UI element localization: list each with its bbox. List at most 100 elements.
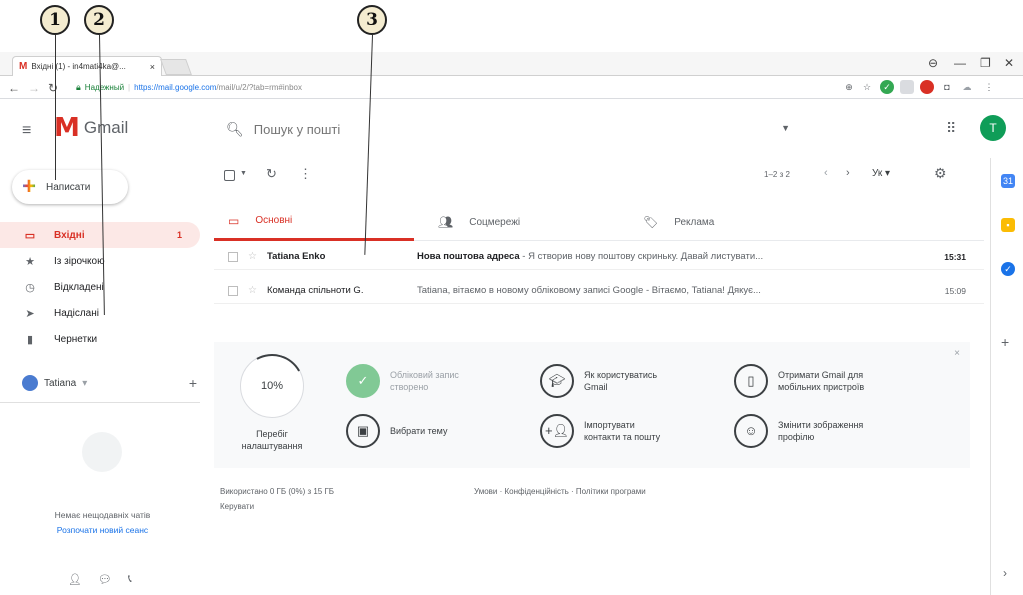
setup-item-line1: Як користуватись xyxy=(584,370,658,380)
extension-green-icon[interactable]: ✓ xyxy=(880,80,894,94)
expand-panel-icon[interactable]: › xyxy=(1003,566,1007,580)
email-row[interactable]: ☆ Команда спільноти G. Tatiana, вітаємо … xyxy=(214,278,984,304)
callout-2: 2 xyxy=(84,5,114,35)
search-options-icon[interactable]: ▼ xyxy=(781,123,790,133)
gmail-favicon-icon: M xyxy=(19,61,28,72)
close-icon[interactable]: × xyxy=(954,348,960,359)
sidebar-item-label: Чернетки xyxy=(54,333,98,345)
chevron-right-icon[interactable]: › xyxy=(846,167,850,179)
add-addon-icon[interactable]: + xyxy=(1001,334,1009,350)
add-chat-icon[interactable]: + xyxy=(189,375,197,391)
account-avatar[interactable]: T xyxy=(980,115,1006,141)
extension-cloud-icon[interactable]: ☁ xyxy=(960,80,974,94)
tab-social[interactable]: 👥︎ Соцмережі xyxy=(424,203,624,241)
reload-icon[interactable]: ↻ xyxy=(48,81,58,95)
phone-call-icon[interactable]: 📞︎ xyxy=(128,573,132,586)
browser-tab[interactable]: M Вхідні (1) - in4mati4ka@... × xyxy=(12,56,162,76)
setup-item-import[interactable]: +👤︎ Імпортувати контакти та пошту xyxy=(540,414,714,448)
plus-icon: + xyxy=(22,173,37,200)
tasks-icon[interactable]: ✓ xyxy=(1001,262,1015,276)
email-time: 15:31 xyxy=(944,251,966,262)
setup-item-line1: Обліковий запис xyxy=(390,370,459,380)
tab-promotions[interactable]: 🏷︎ Реклама xyxy=(629,203,829,241)
sidebar-item-sent[interactable]: ➤ Надіслані xyxy=(0,300,200,326)
bookmark-star-icon[interactable]: ☆ xyxy=(860,80,874,94)
category-tabs: ▭ Основні 👥︎ Соцмережі 🏷︎ Реклама xyxy=(214,203,984,241)
sidebar-nav: ▭ Вхідні 1 ★ Із зірочкою ◷ Відкладені ➤ … xyxy=(0,222,200,352)
star-icon: ★ xyxy=(25,255,35,268)
setup-item-profile-photo[interactable]: ☺ Змінити зображення профілю xyxy=(734,414,908,448)
new-tab-button[interactable] xyxy=(160,59,192,75)
star-outline-icon[interactable]: ☆ xyxy=(248,285,257,296)
inbox-icon: ▭ xyxy=(24,229,36,242)
setup-item-account-created: ✓ Обліковий запис створено xyxy=(346,364,520,398)
check-icon: ✓ xyxy=(346,364,380,398)
search-input[interactable] xyxy=(253,121,734,137)
tab-primary[interactable]: ▭ Основні xyxy=(214,203,414,241)
setup-item-choose-theme[interactable]: ▣ Вибрати тему xyxy=(346,414,520,448)
select-all-checkbox[interactable] xyxy=(224,170,235,181)
main-menu-icon[interactable]: ≡ xyxy=(22,122,31,140)
search-icon[interactable]: 🔍︎ xyxy=(226,121,244,138)
zoom-icon[interactable]: ⊕ xyxy=(842,80,856,94)
setup-progress-panel: × 10% Перебіг налаштування ✓ Обліковий з… xyxy=(214,342,970,468)
row-checkbox[interactable] xyxy=(228,251,238,262)
refresh-icon[interactable]: ↻ xyxy=(266,166,277,182)
more-options-icon[interactable]: ⋮ xyxy=(299,166,312,182)
input-language-selector[interactable]: Ук ▾ xyxy=(872,168,890,179)
forward-arrow-icon[interactable]: → xyxy=(28,81,40,95)
sidebar-item-label: Надіслані xyxy=(54,307,99,319)
calendar-icon[interactable]: 31 xyxy=(1001,174,1015,188)
setup-item-line1: Отримати Gmail для xyxy=(778,370,864,380)
setup-item-mobile-app[interactable]: ▯ Отримати Gmail для мобільних пристроїв xyxy=(734,364,908,398)
star-outline-icon[interactable]: ☆ xyxy=(248,251,257,262)
apps-grid-icon[interactable]: ⠿ xyxy=(946,120,956,137)
keep-icon[interactable]: ▪ xyxy=(1001,218,1015,232)
sidebar-item-drafts[interactable]: ▮ Чернетки xyxy=(0,326,200,352)
setup-caption-line2: налаштування xyxy=(241,441,303,451)
gear-icon[interactable]: ⚙ xyxy=(934,165,947,182)
url-text[interactable]: https://mail.google.com/mail/u/2/?tab=rm… xyxy=(134,83,302,92)
extension-red-icon[interactable] xyxy=(920,80,934,94)
lock-icon: 🔒︎ xyxy=(76,82,81,92)
sidebar-item-inbox[interactable]: ▭ Вхідні 1 xyxy=(0,222,200,248)
email-sender: Команда спільноти G. xyxy=(266,285,364,296)
setup-item-line2: мобільних пристроїв xyxy=(778,382,865,392)
profile-icon[interactable]: ⊖ xyxy=(928,56,938,70)
side-panel: 31 ▪ ✓ + › xyxy=(990,158,1023,595)
contacts-icon[interactable]: 👤︎ xyxy=(68,573,82,586)
sidebar-item-snoozed[interactable]: ◷ Відкладені xyxy=(0,274,200,300)
tab-close-icon[interactable]: × xyxy=(150,62,155,72)
hangouts-user[interactable]: Tatiana ▾ + xyxy=(22,372,197,394)
footer-links[interactable]: Умови · Конфіденційність · Політики прог… xyxy=(474,487,646,496)
minimize-button[interactable]: — xyxy=(954,56,966,70)
address-bar[interactable]: 🔒︎ Надежный | https://mail.google.com/ma… xyxy=(76,79,836,96)
browser-toolbar: ← → ↻ 🔒︎ Надежный | https://mail.google.… xyxy=(0,77,1023,99)
setup-progress-arc xyxy=(232,346,312,426)
back-arrow-icon[interactable]: ← xyxy=(8,81,20,95)
no-chats-text: Немає нещодавніх чатів xyxy=(54,510,151,520)
chevron-left-icon[interactable]: ‹ xyxy=(824,167,828,179)
pocket-icon[interactable]: ◘ xyxy=(940,80,954,94)
extension-grid-icon[interactable] xyxy=(900,80,914,94)
browser-menu-icon[interactable]: ⋮ xyxy=(982,80,996,94)
gmail-wordmark: Gmail xyxy=(83,118,129,137)
row-checkbox[interactable] xyxy=(228,285,238,296)
hangouts-icon[interactable]: 💬︎ xyxy=(98,573,112,586)
compose-button[interactable]: + Написати xyxy=(12,170,128,204)
email-snippet: Tatiana, вітаємо в новому обліковому зап… xyxy=(416,285,761,296)
tag-icon: 🏷︎ xyxy=(643,215,659,229)
maximize-button[interactable]: ❐ xyxy=(980,56,991,70)
setup-item-learn-gmail[interactable]: 🎓︎ Як користуватись Gmail xyxy=(540,364,714,398)
gmail-logo[interactable]: M Gmail xyxy=(54,115,128,141)
email-row[interactable]: ☆ Tatiana Enko Нова поштова адреса - Я с… xyxy=(214,244,984,270)
manage-storage-link[interactable]: Керувати xyxy=(220,502,254,511)
setup-item-line1: Вибрати тему xyxy=(390,426,448,436)
hangouts-user-name: Tatiana xyxy=(44,377,77,389)
sidebar-item-starred[interactable]: ★ Із зірочкою xyxy=(0,248,200,274)
chevron-down-icon[interactable]: ▾ xyxy=(82,378,87,389)
close-window-button[interactable]: ✕ xyxy=(1004,56,1014,70)
select-dropdown-icon[interactable]: ▼ xyxy=(240,170,247,177)
browser-tab-title: Вхідні (1) - in4mati4ka@... xyxy=(31,62,126,71)
start-new-session-link[interactable]: Розпочати новий сеанс xyxy=(0,525,205,535)
